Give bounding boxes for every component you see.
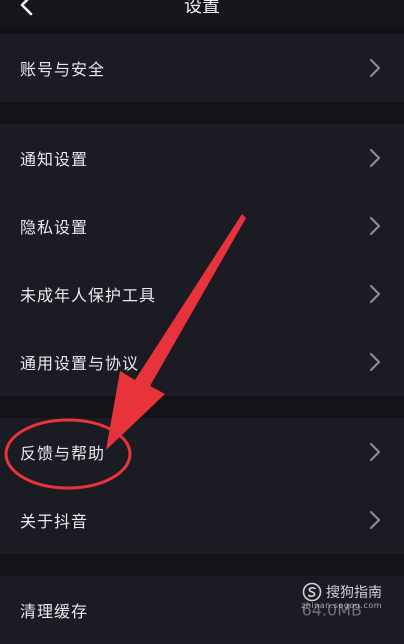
settings-item-label: 通用设置与协议: [20, 354, 140, 373]
settings-item-label: 账号与安全: [20, 60, 106, 79]
chevron-right-icon: [369, 284, 381, 304]
watermark-url: zhinan.sogou.com: [301, 601, 382, 610]
settings-item-label: 关于抖音: [20, 512, 89, 531]
chevron-right-icon: [369, 510, 381, 530]
settings-item-account-security[interactable]: 账号与安全: [0, 34, 404, 102]
settings-item-label: 通知设置: [20, 150, 89, 169]
settings-group-general: 通知设置 隐私设置 未成年人保护工具 通用设置与协议: [0, 124, 404, 396]
top-bar: 设置: [0, 0, 404, 26]
settings-group-account: 账号与安全: [0, 34, 404, 102]
settings-group-about: 反馈与帮助 关于抖音: [0, 418, 404, 554]
chevron-right-icon: [369, 148, 381, 168]
settings-item-minor-protection[interactable]: 未成年人保护工具: [0, 260, 404, 328]
chevron-right-icon: [369, 58, 381, 78]
settings-item-notifications[interactable]: 通知设置: [0, 124, 404, 192]
chevron-right-icon: [369, 442, 381, 462]
settings-item-label: 清理缓存: [20, 602, 89, 621]
watermark-brand: 搜狗指南: [326, 585, 382, 601]
settings-item-label: 反馈与帮助: [20, 444, 106, 463]
chevron-right-icon: [369, 352, 381, 372]
settings-item-general-agreement[interactable]: 通用设置与协议: [0, 328, 404, 396]
sogou-logo-icon: [302, 582, 322, 602]
settings-item-label: 隐私设置: [20, 218, 89, 237]
chevron-right-icon: [369, 216, 381, 236]
settings-item-about-douyin[interactable]: 关于抖音: [0, 486, 404, 554]
settings-item-feedback-help[interactable]: 反馈与帮助: [0, 418, 404, 486]
watermark-logo: 搜狗指南 zhinan.sogou.com: [301, 582, 382, 610]
settings-item-label: 未成年人保护工具: [20, 286, 157, 305]
page-title: 设置: [184, 0, 220, 17]
settings-item-privacy[interactable]: 隐私设置: [0, 192, 404, 260]
